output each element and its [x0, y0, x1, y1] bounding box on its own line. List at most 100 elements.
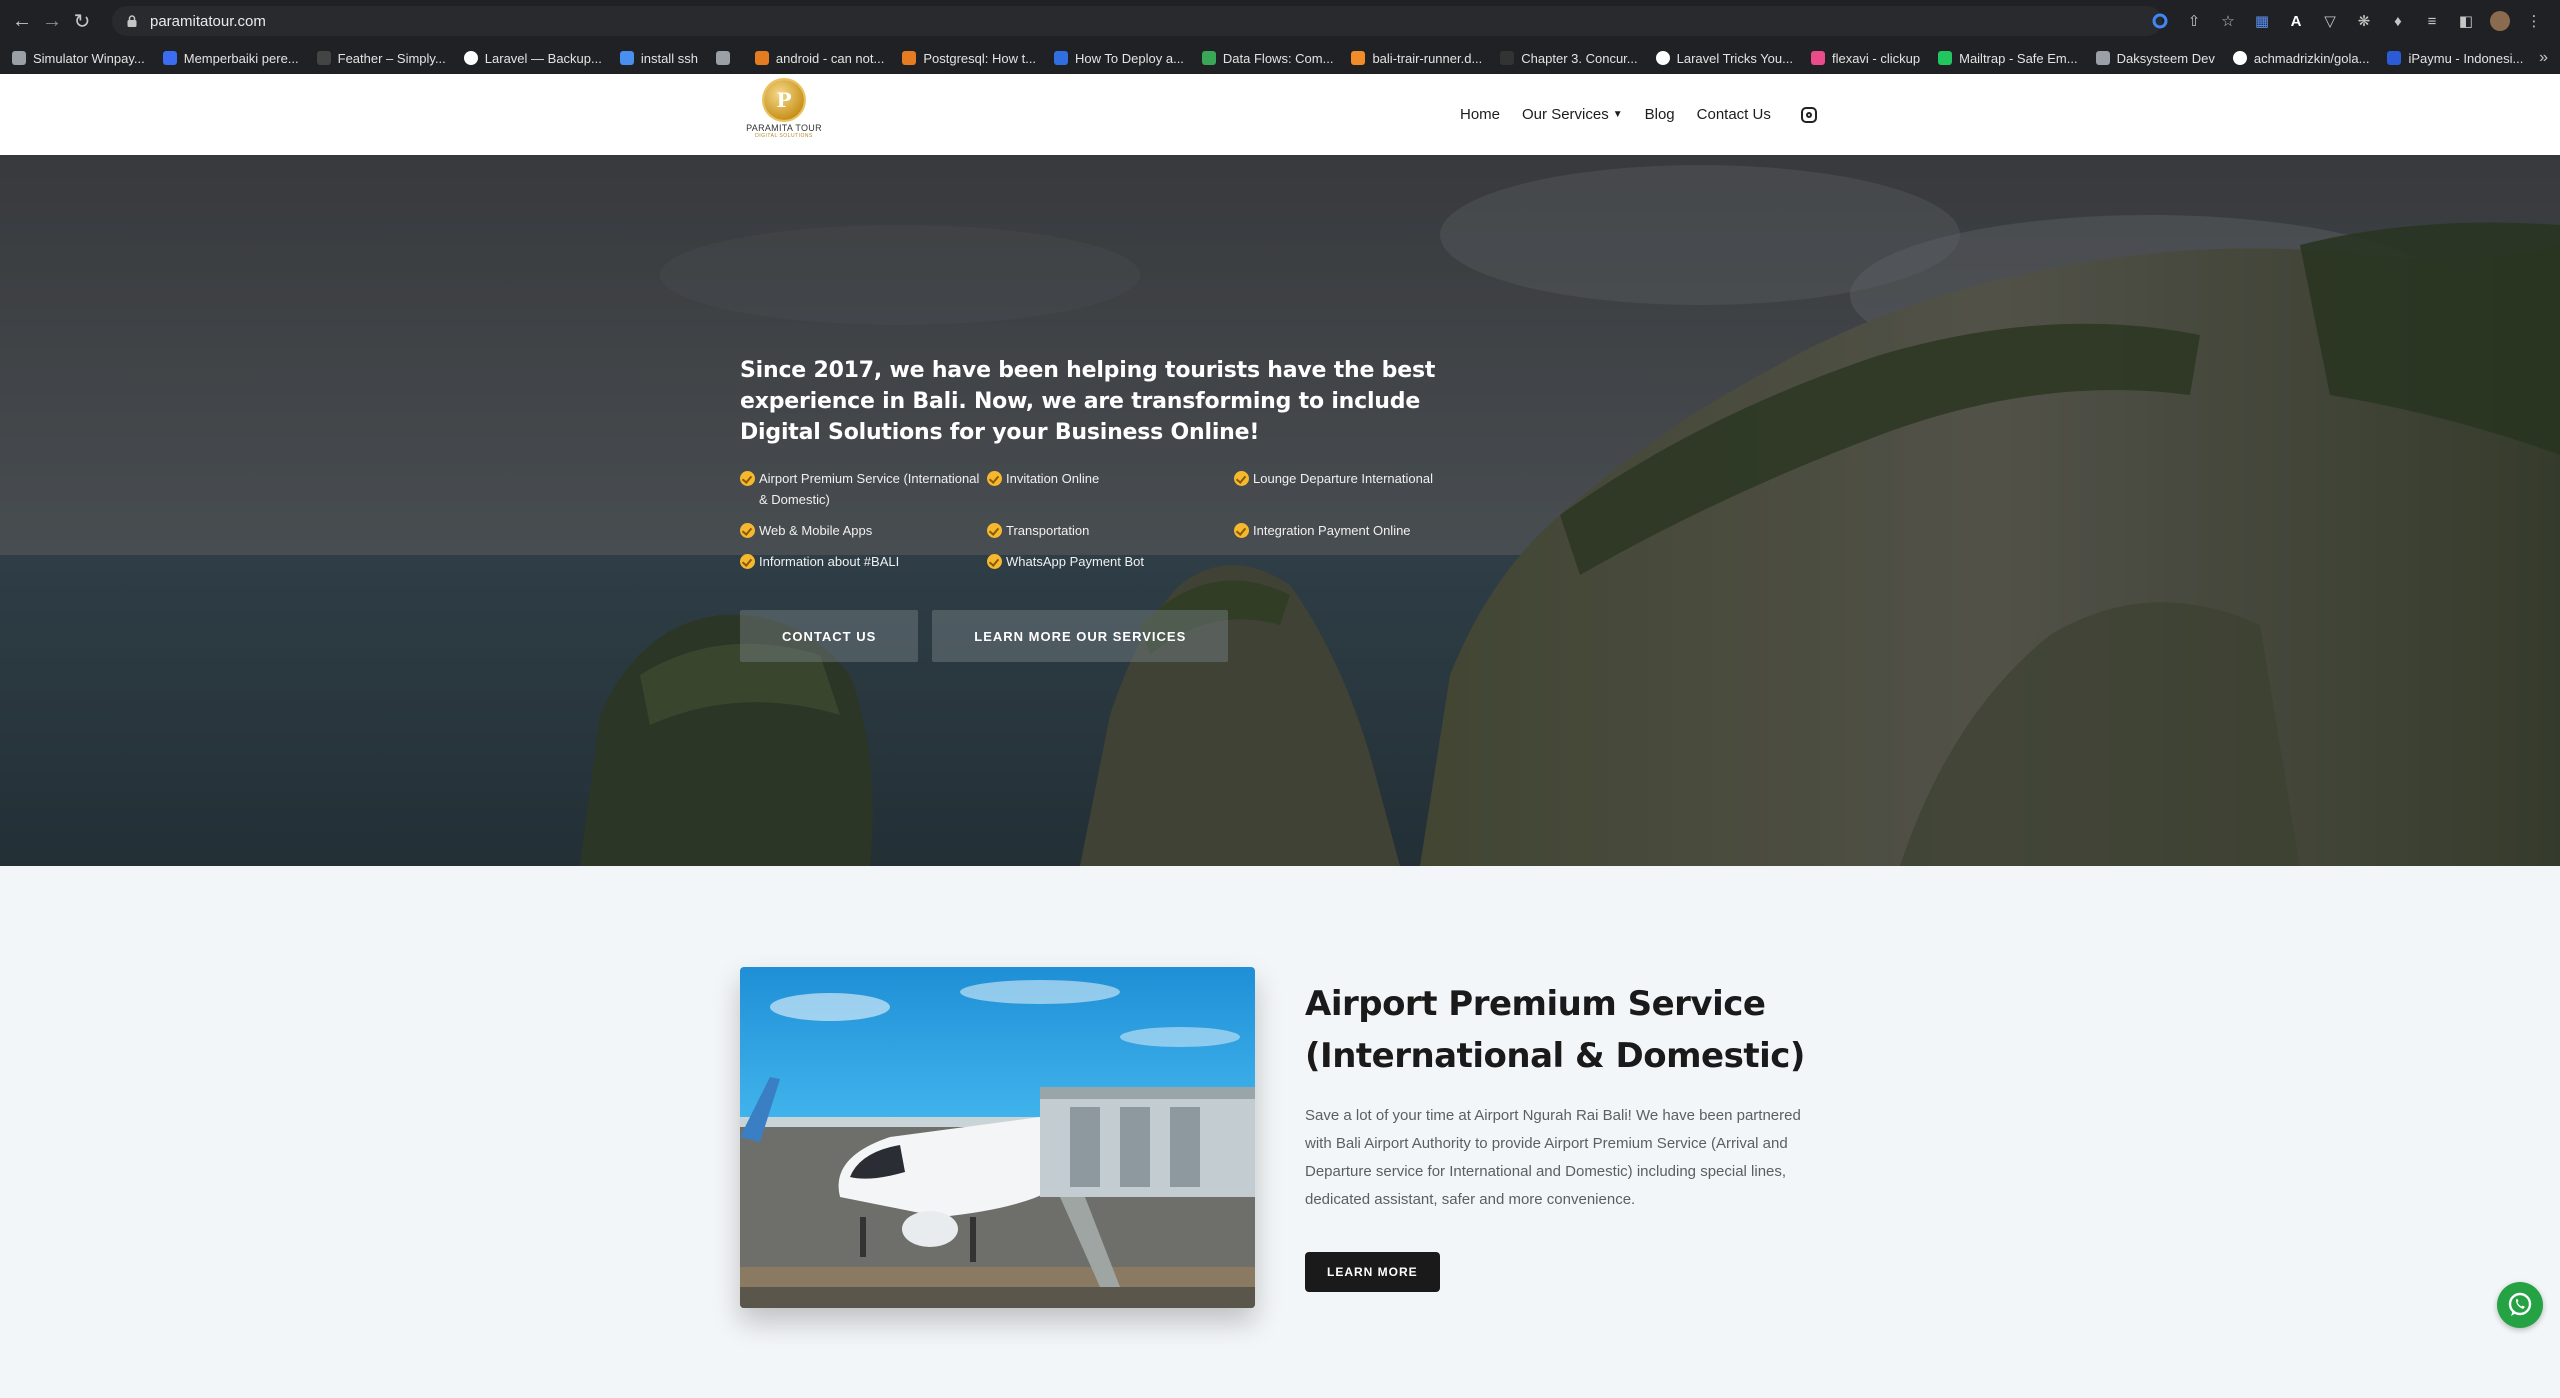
feature-item: Web & Mobile Apps [740, 520, 987, 541]
bookmark-favicon-icon [1351, 51, 1366, 65]
address-bar[interactable]: paramitatour.com [112, 6, 2162, 36]
extensions: ⇧ ☆ ▦ A ▽ ❋ ♦ ≡ ◧ ⋮ [2146, 7, 2548, 35]
bookmarks-overflow-icon[interactable]: » [2539, 42, 2548, 74]
service-title: Airport Premium Service (International &… [1305, 984, 1805, 1076]
bookmark-item[interactable]: Postgresql: How t... [902, 51, 1036, 66]
react-devtools-icon[interactable]: ❋ [2350, 7, 2378, 35]
back-icon[interactable]: ← [8, 7, 36, 35]
forward-icon[interactable]: → [38, 7, 66, 35]
feature-item: Lounge Departure International [1234, 468, 1480, 510]
feature-list: Airport Premium Service (International &… [740, 468, 1480, 572]
puzzle-icon[interactable]: ♦ [2384, 7, 2412, 35]
nav-our-services[interactable]: Our Services ▼ [1522, 106, 1623, 123]
whatsapp-chat-button[interactable] [2497, 1282, 2543, 1328]
profile-avatar[interactable] [2486, 7, 2514, 35]
reading-list-icon[interactable]: ≡ [2418, 7, 2446, 35]
bookmark-item[interactable]: achmadrizkin/gola... [2232, 51, 2369, 66]
bookmark-item[interactable]: How To Deploy a... [1054, 51, 1184, 66]
bookmark-item[interactable]: Laravel — Backup... [463, 51, 602, 66]
side-panel-icon[interactable]: ◧ [2452, 7, 2480, 35]
logo-subtitle: DIGITAL SOLUTIONS [755, 133, 813, 139]
smiley-check-icon [740, 523, 755, 538]
service-text: Airport Premium Service (International &… [1305, 978, 1825, 1292]
bookmark-favicon-icon [715, 51, 730, 65]
reload-icon[interactable]: ↻ [68, 7, 96, 35]
feature-label: Information about #BALI [759, 554, 900, 569]
bookmark-favicon-icon [1810, 51, 1825, 65]
feature-label: Integration Payment Online [1253, 523, 1411, 538]
smiley-check-icon [987, 523, 1002, 538]
bookmark-item[interactable]: Memperbaiki pere... [162, 50, 299, 66]
bookmark-favicon-icon [1054, 51, 1069, 65]
logo-emblem: P [764, 80, 804, 120]
bookmark-item[interactable]: Simulator Winpay... [12, 51, 145, 66]
bookmark-favicon-icon [1201, 51, 1216, 65]
bookmark-favicon-icon [12, 51, 26, 65]
contact-us-button[interactable]: CONTACT US [740, 610, 919, 662]
learn-more-services-button[interactable]: LEARN MORE OUR SERVICES [932, 610, 1229, 662]
smiley-check-icon [987, 554, 1002, 569]
feature-item: WhatsApp Payment Bot [987, 551, 1234, 572]
bookmark-item[interactable]: install ssh [619, 51, 698, 66]
nav-home[interactable]: Home [1460, 106, 1500, 123]
bookmark-item[interactable]: Data Flows: Com... [1201, 51, 1333, 66]
translate-icon[interactable]: ▦ [2248, 7, 2276, 35]
bookmark-star-icon[interactable]: ☆ [2214, 7, 2242, 35]
service-description: Save a lot of your time at Airport Ngura… [1305, 1107, 1801, 1208]
smiley-check-icon [740, 554, 755, 569]
bookmark-label: bali-trair-runner.d... [1372, 50, 1483, 66]
bookmark-item[interactable]: android - can not... [754, 51, 884, 66]
instagram-icon[interactable] [1800, 106, 1817, 123]
bookmark-label: Postgresql: How t... [923, 50, 1037, 66]
share-icon[interactable]: ⇧ [2180, 7, 2208, 35]
feature-label: Web & Mobile Apps [759, 523, 873, 538]
smiley-check-icon [987, 471, 1002, 486]
bookmark-favicon-icon [754, 51, 769, 65]
bookmark-favicon-icon [1655, 51, 1670, 65]
bookmark-favicon-icon [162, 51, 177, 65]
feature-label: Airport Premium Service (International &… [759, 471, 980, 507]
feature-item: Invitation Online [987, 468, 1234, 510]
bookmark-item[interactable]: Daksysteem Dev [2095, 51, 2215, 66]
smiley-check-icon [1234, 523, 1249, 538]
feature-item: Airport Premium Service (International &… [740, 468, 987, 510]
feature-label: Lounge Departure International [1253, 471, 1433, 486]
whatsapp-icon [2508, 1292, 2532, 1316]
hero-content: Since 2017, we have been helping tourist… [740, 355, 1480, 572]
google-icon[interactable] [2146, 7, 2174, 35]
bookmark-item[interactable]: Laravel Tricks You... [1655, 51, 1793, 66]
site-logo[interactable]: P PARAMITA TOUR DIGITAL SOLUTIONS [746, 80, 822, 150]
bookmark-label: Chapter 3. Concur... [1521, 50, 1638, 66]
service-section: Airport Premium Service (International &… [0, 866, 2560, 1398]
vue-devtools-icon[interactable]: ▽ [2316, 7, 2344, 35]
nav-contact-us[interactable]: Contact Us [1697, 106, 1771, 123]
bookmark-item[interactable]: bali-trair-runner.d... [1351, 51, 1482, 66]
hero-section: Since 2017, we have been helping tourist… [0, 155, 2560, 866]
menu-dots-icon[interactable]: ⋮ [2520, 7, 2548, 35]
nav-our-services-label: Our Services [1522, 106, 1609, 123]
bookmark-label: How To Deploy a... [1075, 50, 1184, 66]
bookmark-item[interactable]: iPaymu - Indonesi... [2387, 51, 2523, 66]
bookmark-favicon-icon [2232, 51, 2247, 65]
bookmark-favicon-icon [463, 51, 478, 65]
bookmark-favicon-icon [1500, 51, 1515, 65]
bookmark-item[interactable]: flexavi - clickup [1810, 50, 1921, 66]
main-nav: Home Our Services ▼ Blog Contact Us [1460, 74, 1817, 155]
bookmark-item[interactable]: Chapter 3. Concur... [1500, 50, 1638, 66]
bookmark-favicon-icon [1938, 51, 1953, 65]
learn-more-button[interactable]: LEARN MORE [1305, 1252, 1440, 1292]
feature-item: Transportation [987, 520, 1234, 541]
bookmark-label: flexavi - clickup [1831, 50, 1921, 66]
bookmark-label: Memperbaiki pere... [183, 50, 299, 66]
font-extension-icon[interactable]: A [2282, 7, 2310, 35]
nav-blog[interactable]: Blog [1645, 106, 1675, 123]
feature-item: Integration Payment Online [1234, 520, 1480, 541]
chevron-down-icon: ▼ [1612, 109, 1623, 120]
bookmark-item[interactable]: Mailtrap - Safe Em... [1938, 51, 2078, 66]
bookmark-favicon-icon [316, 51, 331, 65]
smiley-check-icon [1234, 471, 1249, 486]
bookmark-item[interactable] [715, 51, 737, 65]
bookmark-item[interactable]: Feather – Simply... [316, 51, 446, 66]
logo-name: PARAMITA TOUR [746, 123, 822, 133]
bookmarks-bar: Simulator Winpay... Memperbaiki pere... Fe… [0, 42, 2560, 74]
